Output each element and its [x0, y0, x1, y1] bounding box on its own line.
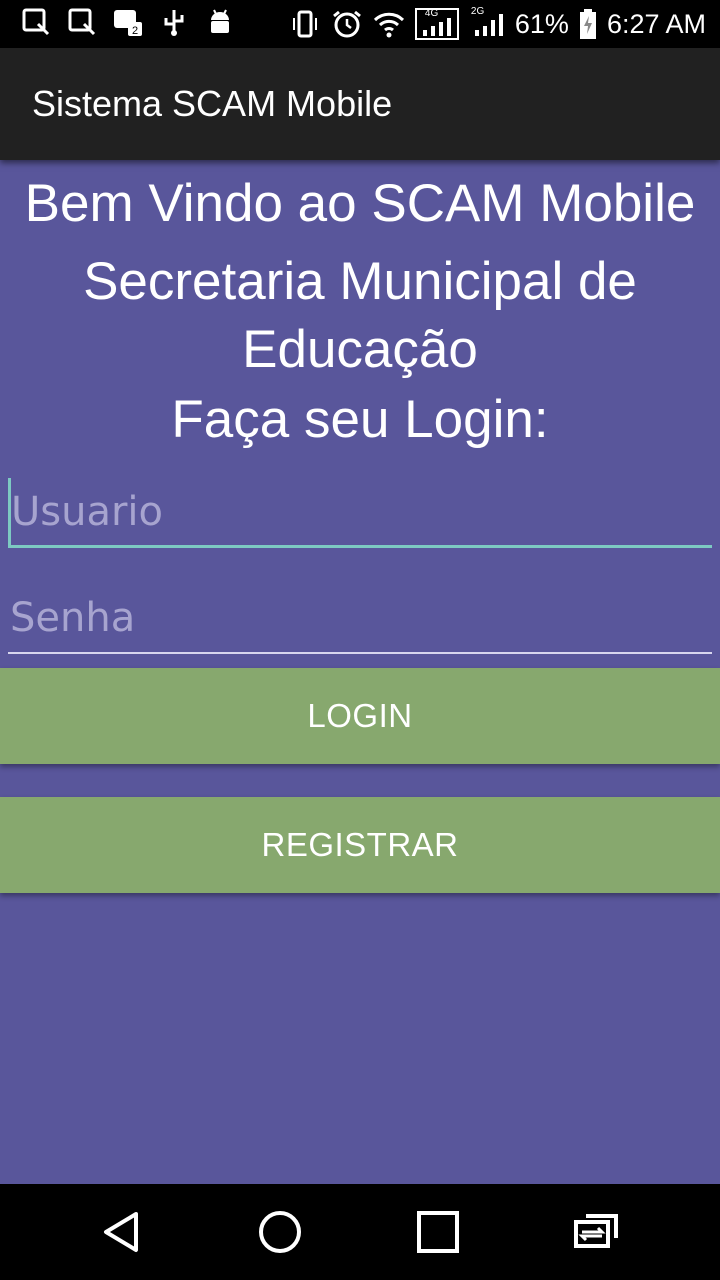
department-heading: Secretaria Municipal de Educação	[83, 252, 637, 379]
username-input[interactable]	[8, 478, 712, 548]
signal-4g-icon: 4G	[414, 8, 459, 40]
clock: 6:27 AM	[606, 9, 706, 39]
battery-percent: 61%	[514, 9, 569, 39]
recents-icon[interactable]	[414, 1208, 462, 1256]
status-bar: 2 4G 2G 61% 6:27 AM	[0, 0, 720, 48]
register-button[interactable]: REGISTRAR	[0, 797, 720, 893]
navigation-bar	[0, 1184, 720, 1280]
home-icon[interactable]	[256, 1208, 304, 1256]
switch-app-icon[interactable]	[572, 1208, 620, 1256]
android-icon	[211, 9, 229, 33]
battery-charging-icon	[579, 9, 596, 39]
login-screen: Bem Vindo ao SCAM Mobile Secretaria Muni…	[0, 160, 720, 1184]
signal-2g-icon: 2G	[469, 6, 505, 40]
svg-text:2: 2	[132, 25, 138, 37]
app-title: Sistema SCAM Mobile	[32, 83, 393, 124]
wifi-icon	[373, 12, 404, 38]
login-prompt: Faça seu Login:	[171, 390, 549, 449]
back-icon[interactable]	[98, 1208, 146, 1256]
welcome-heading: Bem Vindo ao SCAM Mobile	[24, 174, 696, 233]
password-input[interactable]	[8, 584, 712, 654]
login-button[interactable]: LOGIN	[0, 668, 720, 764]
sim-notification-icon: 2	[114, 10, 142, 37]
vibrate-icon	[292, 10, 317, 38]
usb-icon	[164, 10, 184, 36]
search-notification-icon	[22, 8, 50, 36]
alarm-icon	[332, 10, 361, 38]
app-bar: Sistema SCAM Mobile	[0, 48, 720, 160]
search-notification-icon	[68, 8, 96, 36]
